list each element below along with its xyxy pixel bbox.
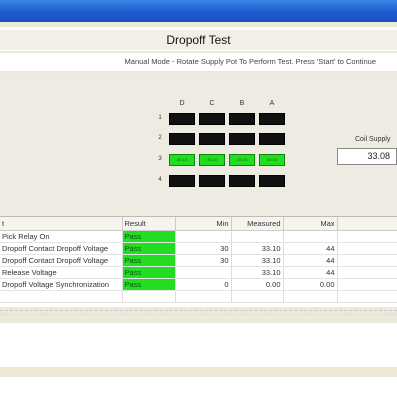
row-label-4: 4 <box>158 177 162 183</box>
divider <box>0 314 397 315</box>
row-name-cell: Pick Relay On <box>0 230 123 243</box>
result-cell: Pass <box>122 278 176 291</box>
table-row-empty <box>0 290 397 303</box>
blank-cell <box>337 278 397 291</box>
empty-cell <box>337 290 397 303</box>
min-cell <box>175 230 232 243</box>
max-cell: 0.00 <box>283 278 338 291</box>
relay-led-value: 33.10 <box>266 157 277 162</box>
column-label-c: C <box>209 100 215 107</box>
measured-cell: 0.00 <box>231 278 284 291</box>
max-cell: 44 <box>283 242 338 255</box>
blank-cell <box>337 230 397 243</box>
row-label-1: 1 <box>158 115 162 121</box>
table-row[interactable]: Pick Relay On Pass <box>0 230 397 243</box>
measured-cell <box>231 230 284 243</box>
result-cell: Pass <box>122 230 176 243</box>
test-name: Pick Relay On <box>2 231 50 241</box>
relay-led-value: 33.10 <box>236 157 247 162</box>
max-cell: 44 <box>283 266 338 279</box>
relay-led-2-a <box>259 133 285 145</box>
empty-cell <box>231 290 284 303</box>
divider <box>0 51 397 53</box>
column-label-a: A <box>269 100 275 107</box>
blank-cell <box>337 254 397 267</box>
page-title: Dropoff Test <box>0 30 397 50</box>
relay-led-3-c: 33.10 <box>199 154 225 166</box>
measured-cell: 33.10 <box>231 242 284 255</box>
relay-led-4-a <box>259 175 285 187</box>
relay-led-2-c <box>199 133 225 145</box>
relay-led-value: 33.10 <box>176 157 187 162</box>
relay-led-2-d <box>169 133 195 145</box>
test-name: Dropoff Contact Dropoff Voltage <box>2 243 109 253</box>
min-cell: 0 <box>175 278 232 291</box>
column-header-measured[interactable]: Measured <box>231 217 284 231</box>
max-cell <box>283 230 338 243</box>
result-cell: Pass <box>122 242 176 255</box>
column-header-result[interactable]: Result <box>122 217 176 231</box>
column-label-b: B <box>239 100 245 107</box>
column-header-test[interactable]: t <box>0 217 123 231</box>
relay-led-value: 33.10 <box>206 157 217 162</box>
relay-led-3-b: 33.10 <box>229 154 255 166</box>
table-row[interactable]: Dropoff Voltage Synchronization Pass 0 0… <box>0 278 397 291</box>
measured-cell: 33.10 <box>231 266 284 279</box>
min-cell: 30 <box>175 254 232 267</box>
table-row[interactable]: Dropoff Contact Dropoff Voltage Pass 30 … <box>0 242 397 255</box>
table-row[interactable]: Release Voltage Pass 33.10 44 <box>0 266 397 279</box>
relay-led-4-c <box>199 175 225 187</box>
window-titlebar <box>0 0 397 22</box>
instruction-text: Manual Mode - Rotate Supply Pot To Perfo… <box>124 57 376 66</box>
blank-cell <box>337 266 397 279</box>
relay-led-1-c <box>199 113 225 125</box>
blank-cell <box>337 242 397 255</box>
test-name: Release Voltage <box>2 267 57 277</box>
empty-cell <box>0 290 123 303</box>
empty-cell <box>283 290 338 303</box>
row-label-3: 3 <box>158 156 162 162</box>
row-name-cell: Release Voltage <box>0 266 123 279</box>
relay-led-1-b <box>229 113 255 125</box>
column-header-blank <box>337 217 397 231</box>
min-cell <box>175 266 232 279</box>
divider <box>0 310 397 311</box>
table-header-row: t Result Min Measured Max <box>0 217 397 231</box>
coil-supply-field[interactable]: 33.08 <box>337 148 397 165</box>
relay-led-2-b <box>229 133 255 145</box>
row-name-cell: Dropoff Contact Dropoff Voltage <box>0 242 123 255</box>
table-row[interactable]: Dropoff Contact Dropoff Voltage Pass 30 … <box>0 254 397 267</box>
relay-led-3-d: 33.10 <box>169 154 195 166</box>
relay-led-1-a <box>259 113 285 125</box>
relay-led-3-a: 33.10 <box>259 154 285 166</box>
result-cell: Pass <box>122 254 176 267</box>
column-header-max[interactable]: Max <box>283 217 338 231</box>
empty-cell <box>175 290 232 303</box>
test-name: Dropoff Contact Dropoff Voltage <box>2 255 109 265</box>
row-name-cell: Dropoff Voltage Synchronization <box>0 278 123 291</box>
relay-led-4-b <box>229 175 255 187</box>
row-name-cell: Dropoff Contact Dropoff Voltage <box>0 254 123 267</box>
coil-supply-label: Coil Supply <box>355 136 391 143</box>
relay-led-1-d <box>169 113 195 125</box>
test-page: Dropoff Test Manual Mode - Rotate Supply… <box>0 27 397 401</box>
relay-led-4-d <box>169 175 195 187</box>
results-table: t Result Min Measured Max Pick Relay On … <box>0 216 397 307</box>
max-cell: 44 <box>283 254 338 267</box>
result-cell: Pass <box>122 266 176 279</box>
measured-cell: 33.10 <box>231 254 284 267</box>
test-name: Dropoff Voltage Synchronization <box>2 279 110 289</box>
row-label-2: 2 <box>158 135 162 141</box>
column-label-d: D <box>179 100 185 107</box>
empty-cell <box>122 290 176 303</box>
min-cell: 30 <box>175 242 232 255</box>
column-header-min[interactable]: Min <box>175 217 232 231</box>
footer-bar <box>0 367 397 377</box>
